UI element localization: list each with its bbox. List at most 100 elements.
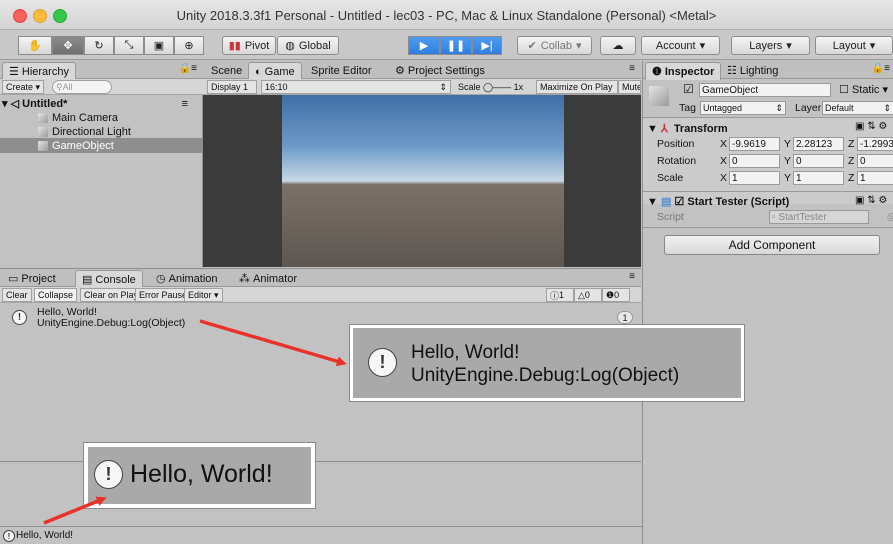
layout-dropdown[interactable]: Layout ▾: [815, 36, 893, 55]
panel-menu-icon[interactable]: ≡: [629, 271, 635, 282]
mute-toggle[interactable]: Mute: [618, 80, 641, 94]
scale-label: Scale: [657, 172, 684, 184]
add-component-button[interactable]: Add Component: [664, 235, 880, 255]
position-x-field[interactable]: -9.9619: [729, 137, 780, 151]
scene-menu-icon[interactable]: ≡: [182, 98, 188, 110]
scale-z-field[interactable]: 1: [857, 171, 893, 185]
tag-label: Tag: [679, 102, 696, 114]
component-settings-icon[interactable]: ▣ ⇅ ⚙: [855, 121, 887, 132]
hierarchy-item[interactable]: Directional Light: [38, 124, 131, 139]
object-name-field[interactable]: GameObject: [699, 83, 831, 97]
global-button[interactable]: ◍ Global: [277, 36, 339, 55]
tab-animation[interactable]: ◷ Animation: [150, 270, 224, 287]
tab-project-settings[interactable]: ⚙ Project Settings: [389, 62, 491, 79]
tag-dropdown[interactable]: Untagged ⇕: [700, 101, 786, 115]
account-dropdown[interactable]: Account ▾: [641, 36, 720, 55]
panel-menu-icon[interactable]: 🔒≡: [872, 63, 890, 74]
cloud-button[interactable]: ☁: [600, 36, 636, 55]
rotation-x-field[interactable]: 0: [729, 154, 780, 168]
log-info-icon: !: [12, 310, 27, 325]
pause-button[interactable]: ❚❚: [440, 36, 472, 55]
hierarchy-item[interactable]: Main Camera: [38, 110, 118, 125]
active-checkbox[interactable]: ☑: [683, 82, 694, 96]
collapse-count-badge: 1: [617, 311, 633, 324]
layer-label: Layer: [795, 102, 822, 114]
tab-inspector[interactable]: ❶ Inspector: [645, 62, 722, 80]
target-icon[interactable]: ◎: [887, 211, 893, 223]
script-component-header[interactable]: ▼ ▤ ☑ Start Tester (Script): [647, 194, 789, 209]
tab-sprite-editor[interactable]: Sprite Editor: [305, 62, 378, 79]
script-enabled-checkbox[interactable]: ☑: [674, 195, 684, 208]
warning-count-toggle[interactable]: △ 0: [574, 288, 602, 302]
rotate-icon: ↻: [94, 40, 104, 52]
move-tool-button[interactable]: ✥: [52, 36, 84, 55]
chevron-down-icon: ⇕: [439, 81, 447, 92]
script-label: Script: [657, 211, 684, 223]
tab-console[interactable]: ▤ Console: [75, 270, 143, 288]
clock-icon: ◷: [156, 273, 166, 285]
panel-menu-icon[interactable]: 🔒≡: [179, 63, 197, 74]
step-icon: ▶|: [481, 40, 493, 52]
scene-row[interactable]: ▾ ◁ Untitled* ≡: [2, 96, 200, 111]
clear-button[interactable]: Clear: [2, 288, 32, 302]
step-button[interactable]: ▶|: [472, 36, 502, 55]
pause-icon: ❚❚: [446, 40, 466, 52]
chevron-down-icon: ▾: [869, 40, 876, 52]
chevron-down-icon: ▾: [699, 40, 706, 52]
hand-tool-button[interactable]: ✋: [18, 36, 52, 55]
panel-menu-icon[interactable]: ≡: [629, 63, 635, 74]
tab-animator[interactable]: ⁂ Animator: [233, 270, 303, 287]
scale-y-field[interactable]: 1: [793, 171, 844, 185]
hierarchy-search-input[interactable]: ⚲ All: [52, 80, 112, 94]
list-icon: ☰: [9, 66, 19, 78]
error-count-toggle[interactable]: ❶0: [602, 288, 630, 302]
collab-button[interactable]: ✔ Collab ▾: [517, 36, 592, 55]
rect-tool-button[interactable]: ▣: [144, 36, 174, 55]
hierarchy-panel: ☰ Hierarchy 🔒≡ Create ▾ ⚲ All ▾ ◁ Untitled…: [0, 61, 203, 267]
create-dropdown[interactable]: Create ▾: [2, 80, 45, 94]
pivot-button[interactable]: ▮▮ Pivot: [222, 36, 276, 55]
hierarchy-tabbar: ☰ Hierarchy 🔒≡: [0, 61, 203, 80]
display-dropdown[interactable]: Display 1: [207, 80, 257, 94]
status-bar[interactable]: ! Hello, World!: [0, 526, 642, 544]
rect-icon: ▣: [153, 40, 165, 52]
cloud-icon: ☁: [612, 40, 624, 52]
rotation-y-field[interactable]: 0: [793, 154, 844, 168]
info-count-toggle[interactable]: ⓘ 1: [546, 288, 574, 302]
status-info-icon: !: [3, 530, 15, 542]
aspect-dropdown[interactable]: 16:10 ⇕: [261, 80, 451, 94]
position-z-field[interactable]: -1.2993: [857, 137, 893, 151]
transform-tool-button[interactable]: ⊕: [174, 36, 204, 55]
unity-scene-icon: ◁: [10, 98, 20, 110]
inspector-panel: ❶ Inspector ☷ Lighting 🔒≡ ☑ GameObject ☐ S…: [642, 61, 893, 544]
scale-icon: ⤡: [124, 39, 134, 51]
layers-dropdown[interactable]: Layers ▾: [731, 36, 810, 55]
bottom-tabbar: ▭ Project ▤ Console ◷ Animation ⁂ Animator ≡: [0, 269, 641, 288]
game-viewport[interactable]: [282, 95, 564, 267]
scale-slider[interactable]: Scale ◯—— 1x: [455, 80, 533, 94]
hierarchy-item-selected[interactable]: GameObject: [0, 138, 202, 153]
editor-dropdown[interactable]: Editor ▾: [184, 288, 223, 302]
transform-header[interactable]: ▼ ⅄ Transform: [647, 121, 728, 136]
center-tabbar: Scene ◐ Game Sprite Editor ⚙ Project Setti…: [203, 61, 641, 80]
static-checkbox[interactable]: ☐ Static ▾: [839, 83, 888, 96]
maximize-on-play-toggle[interactable]: Maximize On Play: [536, 80, 618, 94]
collapse-toggle[interactable]: Collapse: [34, 288, 78, 302]
scale-x-field[interactable]: 1: [729, 171, 780, 185]
tab-hierarchy[interactable]: ☰ Hierarchy: [2, 62, 76, 80]
clear-on-play-toggle[interactable]: Clear on Play: [80, 288, 143, 302]
position-y-field[interactable]: 2.28123: [793, 137, 844, 151]
component-settings-icon[interactable]: ▣ ⇅ ⚙: [855, 195, 887, 206]
layer-dropdown[interactable]: Default ⇕: [822, 101, 893, 115]
tab-lighting[interactable]: ☷ Lighting: [721, 62, 784, 79]
rotate-tool-button[interactable]: ↻: [84, 36, 114, 55]
hierarchy-subbar: Create ▾ ⚲ All: [0, 79, 203, 95]
tab-game[interactable]: ◐ Game: [248, 62, 302, 80]
play-button[interactable]: ▶: [408, 36, 440, 55]
rotation-z-field[interactable]: 0: [857, 154, 893, 168]
scale-tool-button[interactable]: ⤡: [114, 36, 144, 55]
tab-project[interactable]: ▭ Project: [2, 270, 62, 287]
error-pause-toggle[interactable]: Error Pause: [135, 288, 192, 302]
warning-icon: △: [578, 289, 585, 300]
tab-scene[interactable]: Scene: [205, 62, 248, 79]
